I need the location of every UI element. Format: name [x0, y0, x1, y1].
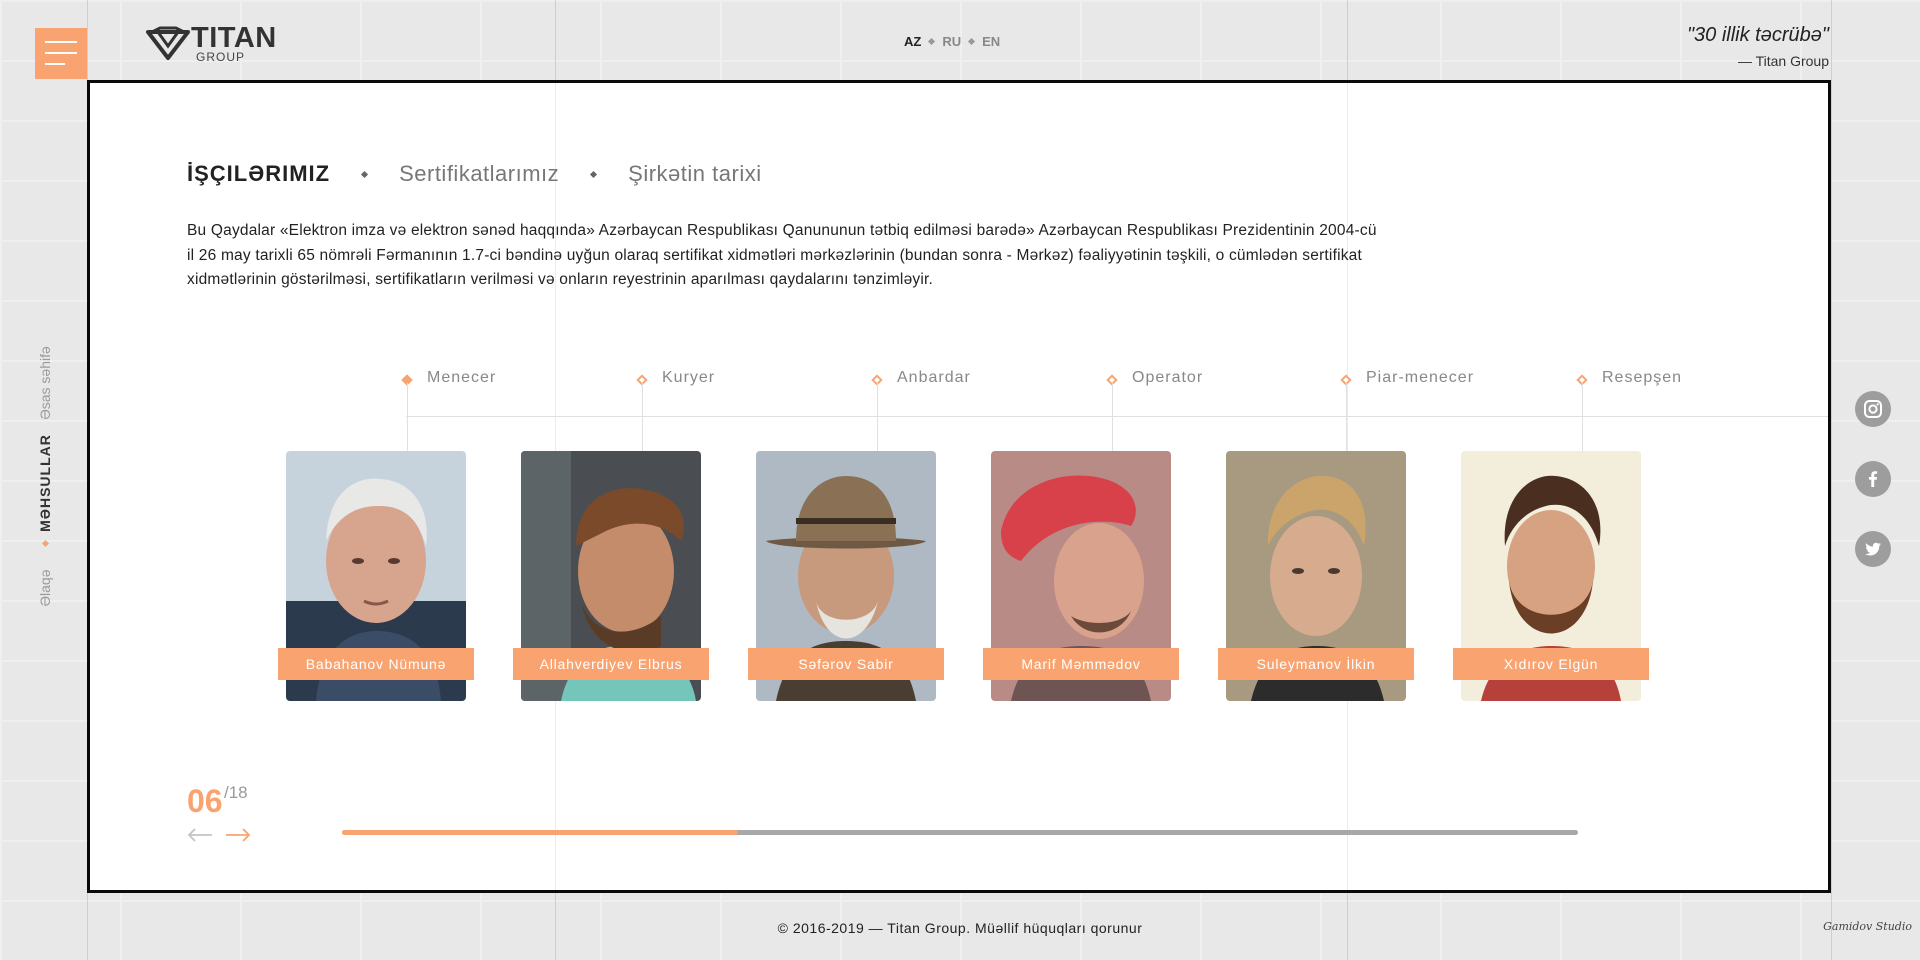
- role-label[interactable]: Operator: [1132, 369, 1203, 387]
- separator-dot: [928, 37, 936, 46]
- role-connector: [1112, 383, 1113, 453]
- facebook-icon[interactable]: [1855, 461, 1891, 497]
- instagram-icon[interactable]: [1855, 391, 1891, 427]
- diamond-logo-icon: [146, 26, 190, 60]
- footer-copyright: © 2016-2019 — Titan Group. Müəllif hüquq…: [777, 920, 1143, 936]
- role-label[interactable]: Anbardar: [897, 369, 971, 387]
- role-label[interactable]: Menecer: [427, 369, 496, 387]
- quote-author: — Titan Group: [1737, 53, 1829, 69]
- twitter-icon[interactable]: [1855, 531, 1891, 567]
- employee-name-tag[interactable]: Xıdırov Elgün: [1453, 648, 1649, 680]
- role-label[interactable]: Kuryer: [662, 369, 715, 387]
- language-switcher: AZ RU EN: [904, 34, 1000, 49]
- employee-name-tag[interactable]: Suleymanov İlkin: [1218, 648, 1414, 680]
- instagram-glyph: [1864, 400, 1882, 418]
- menu-bar: [45, 52, 77, 54]
- slide-counter: 06 /18: [187, 783, 248, 820]
- employee-name-tag[interactable]: Marif Məmmədov: [983, 648, 1179, 680]
- lang-az[interactable]: AZ: [904, 34, 921, 49]
- employee-name-tag[interactable]: Allahverdiyev Elbrus: [513, 648, 709, 680]
- tab-employees[interactable]: İŞÇILƏRIMIZ: [187, 161, 330, 187]
- bg-grid-line: [1831, 0, 1832, 960]
- studio-signature: Gamidov Studio: [1823, 920, 1912, 933]
- next-arrow-icon[interactable]: [225, 828, 251, 847]
- progress-fill: [342, 830, 738, 835]
- menu-button[interactable]: [35, 28, 87, 79]
- menu-bar: [45, 41, 77, 43]
- tab-certificates[interactable]: Sertifikatlarımız: [399, 161, 559, 187]
- role-connector: [642, 383, 643, 453]
- role-label[interactable]: Piar-menecer: [1366, 369, 1474, 387]
- role-connector: [877, 383, 878, 453]
- twitter-glyph: [1865, 542, 1881, 556]
- intro-paragraph: Bu Qaydalar «Elektron imza və elektron s…: [187, 222, 1377, 288]
- separator-dot: [968, 37, 976, 46]
- logo[interactable]: TITAN GROUP: [146, 22, 286, 66]
- side-nav-item-contact[interactable]: Əlaqə: [37, 569, 53, 606]
- tab-separator: [361, 170, 369, 178]
- employee-name-tag[interactable]: Babahanov Nümunə: [278, 648, 474, 680]
- tab-separator: [590, 170, 598, 178]
- counter-total: /18: [224, 783, 248, 802]
- header-quote: "30 illik təcrübə" — Titan Group: [1687, 24, 1829, 69]
- role-connector: [1582, 383, 1583, 453]
- active-indicator-dot: [41, 539, 50, 548]
- progress-bar[interactable]: [342, 830, 1578, 835]
- employee-name-tag[interactable]: Səfərov Sabir: [748, 648, 944, 680]
- lang-ru[interactable]: RU: [942, 34, 961, 49]
- timeline-line: [406, 416, 1828, 417]
- lang-en[interactable]: EN: [982, 34, 1000, 49]
- role-label[interactable]: Resepşen: [1602, 369, 1682, 387]
- side-nav: Əsas səhifə MƏHSULLAR Əlaqə: [28, 330, 62, 630]
- role-connector: [1346, 383, 1347, 453]
- logo-subtitle: GROUP: [196, 50, 246, 64]
- role-connector: [407, 383, 408, 453]
- menu-bar: [45, 63, 65, 65]
- prev-arrow-icon[interactable]: [187, 828, 213, 847]
- section-tabs: İŞÇILƏRIMIZ Sertifikatlarımız Şirkətin t…: [187, 161, 762, 187]
- side-nav-item-products[interactable]: MƏHSULLAR: [37, 434, 53, 532]
- counter-current: 06: [187, 783, 223, 819]
- facebook-glyph: [1868, 471, 1878, 487]
- main-card: İŞÇILƏRIMIZ Sertifikatlarımız Şirkətin t…: [87, 80, 1831, 893]
- tab-history[interactable]: Şirkətin tarixi: [628, 161, 761, 187]
- quote-text: "30 illik təcrübə": [1686, 24, 1829, 46]
- side-nav-item-home[interactable]: Əsas səhifə: [37, 346, 53, 420]
